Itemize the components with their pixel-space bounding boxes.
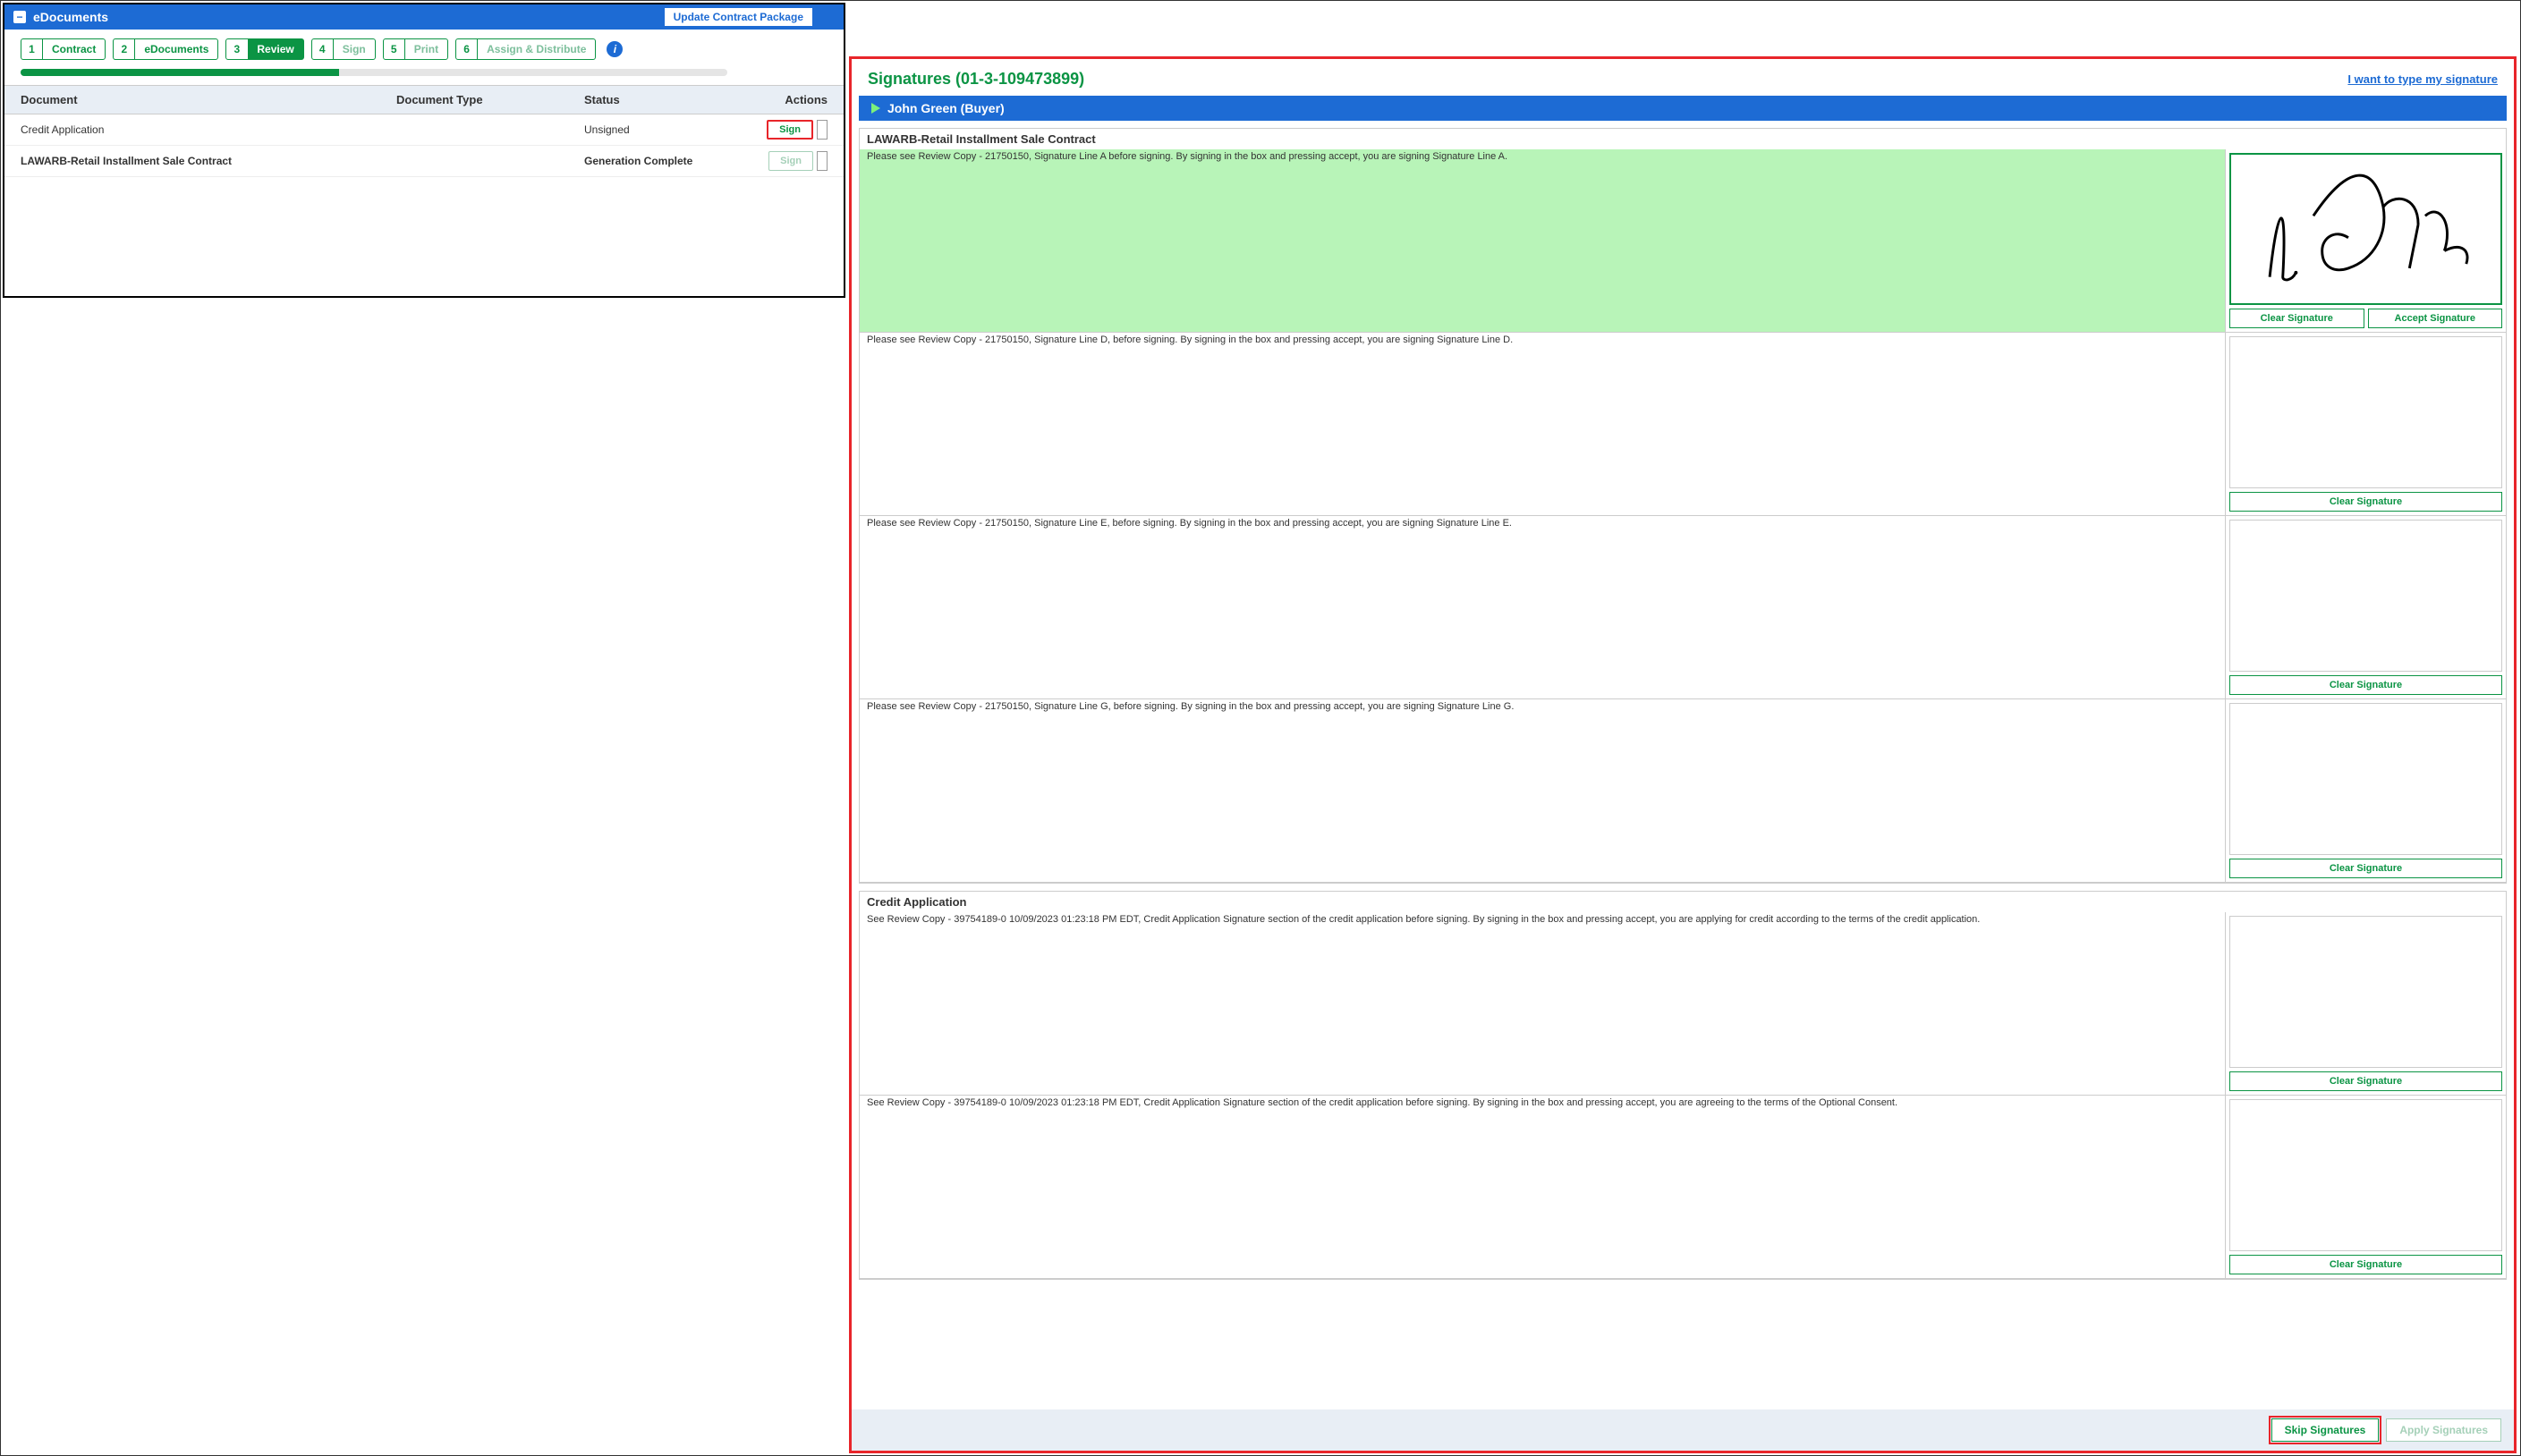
section-title: LAWARB-Retail Installment Sale Contract <box>860 129 2506 149</box>
sign-button[interactable]: Sign <box>767 120 813 140</box>
step-label: Assign & Distribute <box>478 43 595 55</box>
sign-button: Sign <box>768 151 813 171</box>
col-header-status: Status <box>584 93 763 106</box>
signature-row: See Review Copy - 39754189-0 10/09/2023 … <box>860 912 2506 1096</box>
section-title: Credit Application <box>860 892 2506 912</box>
collapse-icon[interactable]: − <box>13 11 26 23</box>
signatures-title: Signatures (01-3-109473899) <box>868 70 1084 89</box>
apply-signatures-button: Apply Signatures <box>2386 1418 2501 1442</box>
footer-bar: Skip Signatures Apply Signatures <box>852 1409 2514 1451</box>
signature-canvas[interactable] <box>2229 1099 2502 1251</box>
signature-row: Please see Review Copy - 21750150, Signa… <box>860 699 2506 883</box>
signature-instruction: Please see Review Copy - 21750150, Signa… <box>860 699 2225 882</box>
step-review[interactable]: 3Review <box>225 38 303 60</box>
signatures-panel: Signatures (01-3-109473899) I want to ty… <box>849 56 2517 1453</box>
step-num: 5 <box>384 39 405 59</box>
signature-section: LAWARB-Retail Installment Sale ContractP… <box>859 128 2507 884</box>
signature-canvas[interactable] <box>2229 336 2502 488</box>
doc-table-header: Document Document Type Status Actions <box>4 85 844 114</box>
signature-instruction: Please see Review Copy - 21750150, Signa… <box>860 149 2225 332</box>
signature-instruction: See Review Copy - 39754189-0 10/09/2023 … <box>860 912 2225 1095</box>
clear-signature-button[interactable]: Clear Signature <box>2229 1071 2502 1091</box>
table-row: LAWARB-Retail Installment Sale Contract G… <box>4 146 844 177</box>
doc-status: Generation Complete <box>584 155 763 167</box>
buyer-bar: John Green (Buyer) <box>859 96 2507 121</box>
step-num: 3 <box>226 39 248 59</box>
step-print: 5Print <box>383 38 448 60</box>
step-label: eDocuments <box>135 43 217 55</box>
step-label: Print <box>405 43 447 55</box>
signature-box: Clear Signature <box>2225 516 2506 698</box>
step-label: Contract <box>43 43 105 55</box>
signature-canvas[interactable] <box>2229 916 2502 1068</box>
signature-box: Clear SignatureAccept Signature <box>2225 149 2506 332</box>
clear-signature-button[interactable]: Clear Signature <box>2229 492 2502 512</box>
clear-signature-button[interactable]: Clear Signature <box>2229 1255 2502 1274</box>
step-assign-distribute: 6Assign & Distribute <box>455 38 596 60</box>
signature-box: Clear Signature <box>2225 333 2506 515</box>
panel-header: − eDocuments Update Contract Package <box>4 4 844 30</box>
step-sign: 4Sign <box>311 38 376 60</box>
buyer-name: John Green (Buyer) <box>887 101 1005 115</box>
signature-row: Please see Review Copy - 21750150, Signa… <box>860 149 2506 333</box>
info-icon[interactable]: i <box>607 41 623 57</box>
type-signature-link[interactable]: I want to type my signature <box>2347 72 2498 86</box>
signature-box: Clear Signature <box>2225 699 2506 882</box>
accept-signature-button[interactable]: Accept Signature <box>2368 309 2503 328</box>
col-header-type: Document Type <box>396 93 584 106</box>
signature-instruction: Please see Review Copy - 21750150, Signa… <box>860 516 2225 698</box>
update-contract-package-button[interactable]: Update Contract Package <box>664 7 813 27</box>
signature-canvas[interactable] <box>2229 520 2502 672</box>
wizard-steps: 1Contract 2eDocuments 3Review 4Sign 5Print 6A… <box>4 30 844 63</box>
signature-section: Credit ApplicationSee Review Copy - 3975… <box>859 891 2507 1280</box>
signature-instruction: See Review Copy - 39754189-0 10/09/2023 … <box>860 1096 2225 1278</box>
more-button[interactable] <box>817 151 828 171</box>
signature-row: Please see Review Copy - 21750150, Signa… <box>860 516 2506 699</box>
signature-drawn-icon <box>2231 155 2500 303</box>
step-edocuments[interactable]: 2eDocuments <box>113 38 218 60</box>
doc-status: Unsigned <box>584 123 763 136</box>
skip-signatures-button[interactable]: Skip Signatures <box>2271 1418 2380 1442</box>
signature-row: Please see Review Copy - 21750150, Signa… <box>860 333 2506 516</box>
clear-signature-button[interactable]: Clear Signature <box>2229 675 2502 695</box>
doc-name: LAWARB-Retail Installment Sale Contract <box>21 155 396 167</box>
step-contract[interactable]: 1Contract <box>21 38 106 60</box>
progress-bar <box>21 69 727 76</box>
doc-name: Credit Application <box>21 123 396 136</box>
signature-canvas[interactable] <box>2229 703 2502 855</box>
step-label: Review <box>248 43 302 55</box>
signature-instruction: Please see Review Copy - 21750150, Signa… <box>860 333 2225 515</box>
panel-title: eDocuments <box>33 10 108 24</box>
col-header-actions: Actions <box>763 93 828 106</box>
signature-canvas[interactable] <box>2229 153 2502 305</box>
edocuments-panel: − eDocuments Update Contract Package 1Co… <box>3 3 845 298</box>
col-header-document: Document <box>21 93 396 106</box>
clear-signature-button[interactable]: Clear Signature <box>2229 309 2364 328</box>
more-button[interactable] <box>817 120 828 140</box>
step-num: 6 <box>456 39 478 59</box>
signature-box: Clear Signature <box>2225 1096 2506 1278</box>
clear-signature-button[interactable]: Clear Signature <box>2229 859 2502 878</box>
play-icon <box>871 103 880 114</box>
step-num: 4 <box>312 39 334 59</box>
table-row: Credit Application Unsigned Sign <box>4 114 844 146</box>
signature-row: See Review Copy - 39754189-0 10/09/2023 … <box>860 1096 2506 1279</box>
step-num: 2 <box>114 39 135 59</box>
step-num: 1 <box>21 39 43 59</box>
signature-box: Clear Signature <box>2225 912 2506 1095</box>
step-label: Sign <box>334 43 375 55</box>
